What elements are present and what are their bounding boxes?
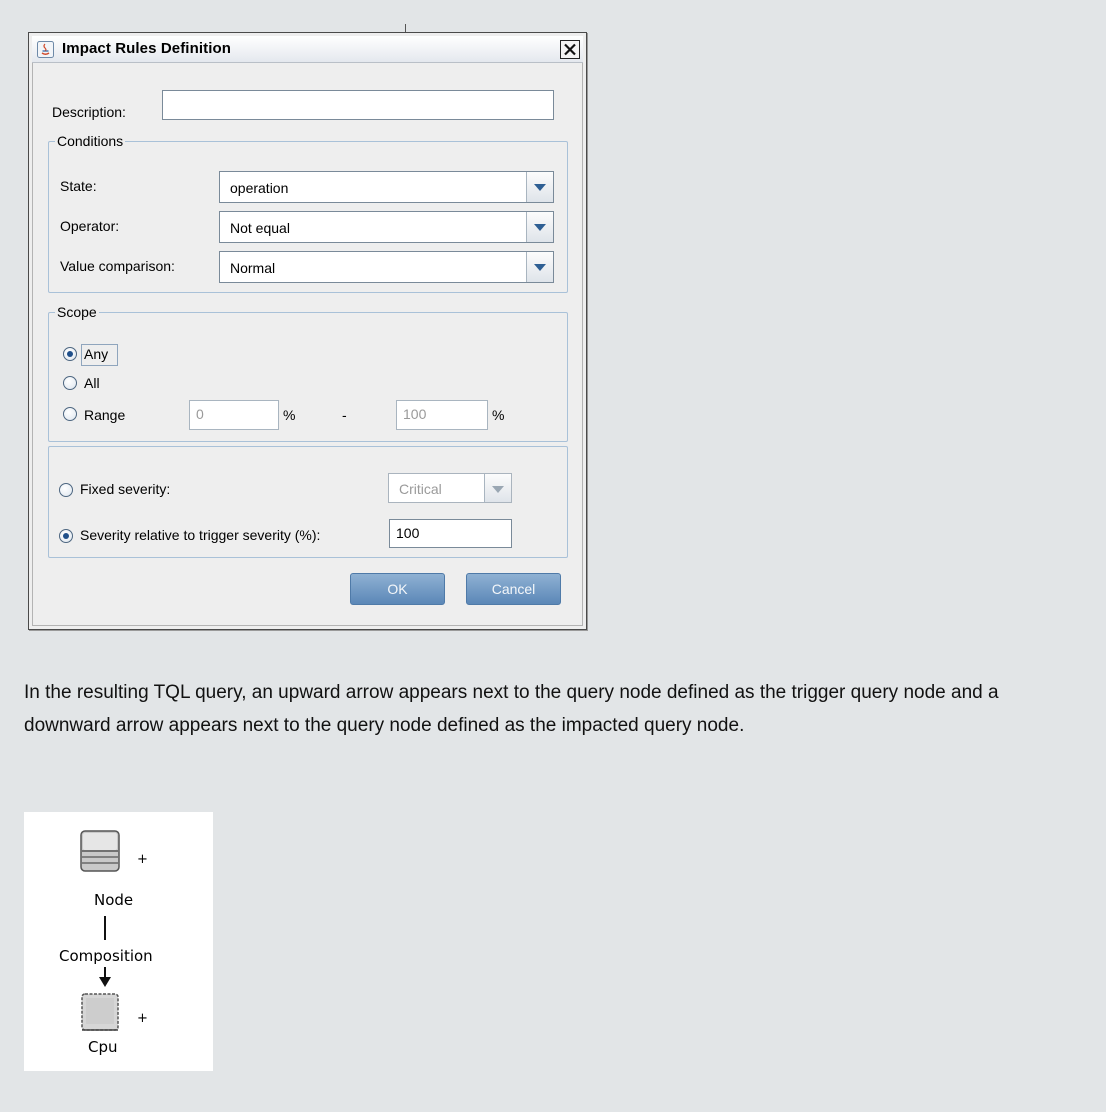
fixed-severity-value: Critical bbox=[399, 481, 442, 497]
state-label: State: bbox=[60, 178, 97, 194]
fixed-severity-select[interactable]: Critical bbox=[388, 473, 512, 503]
scope-all-radio[interactable] bbox=[63, 376, 77, 390]
value-comparison-select[interactable]: Normal bbox=[219, 251, 554, 283]
node-label: Node bbox=[94, 891, 134, 909]
scope-any-label[interactable]: Any bbox=[84, 346, 108, 362]
scope-group: Scope bbox=[48, 304, 568, 442]
impact-marker-icon: + bbox=[137, 1011, 148, 1026]
operator-label: Operator: bbox=[60, 218, 120, 234]
range-from-percent: % bbox=[283, 407, 296, 423]
range-to-percent: % bbox=[492, 407, 505, 423]
tql-query-diagram: + Node Composition + Cpu bbox=[24, 812, 213, 1071]
description-label: Description: bbox=[52, 104, 126, 120]
operator-value: Not equal bbox=[230, 220, 290, 236]
dialog-title: Impact Rules Definition bbox=[62, 40, 231, 57]
node-query-icon[interactable] bbox=[78, 828, 124, 874]
cpu-query-icon[interactable] bbox=[78, 990, 124, 1034]
range-to-input[interactable]: 100 bbox=[396, 400, 488, 430]
relative-severity-label[interactable]: Severity relative to trigger severity (%… bbox=[80, 527, 320, 543]
cpu-label: Cpu bbox=[88, 1038, 118, 1056]
relation-line bbox=[104, 916, 106, 940]
trigger-marker-icon: + bbox=[137, 852, 148, 867]
chevron-down-icon[interactable] bbox=[526, 212, 553, 242]
conditions-legend: Conditions bbox=[57, 133, 124, 149]
dialog-title-bar[interactable]: Impact Rules Definition bbox=[32, 36, 583, 63]
description-input[interactable] bbox=[162, 90, 554, 120]
fixed-severity-label[interactable]: Fixed severity: bbox=[80, 481, 170, 497]
downward-arrow-icon bbox=[99, 977, 111, 987]
scope-range-radio[interactable] bbox=[63, 407, 77, 421]
operator-select[interactable]: Not equal bbox=[219, 211, 554, 243]
fixed-severity-radio[interactable] bbox=[59, 483, 73, 497]
state-select[interactable]: operation bbox=[219, 171, 554, 203]
close-icon bbox=[564, 43, 576, 56]
chevron-down-icon[interactable] bbox=[526, 252, 553, 282]
ok-button[interactable]: OK bbox=[350, 573, 445, 605]
state-value: operation bbox=[230, 180, 289, 196]
cancel-button[interactable]: Cancel bbox=[466, 573, 561, 605]
impact-rules-dialog: Impact Rules Definition Description: Con… bbox=[28, 32, 587, 630]
range-dash: - bbox=[342, 407, 347, 423]
scope-legend: Scope bbox=[57, 304, 97, 320]
relative-severity-radio[interactable] bbox=[59, 529, 73, 543]
scope-all-label[interactable]: All bbox=[84, 375, 100, 391]
java-app-icon bbox=[37, 41, 54, 58]
range-from-input[interactable]: 0 bbox=[189, 400, 279, 430]
value-comparison-value: Normal bbox=[230, 260, 276, 276]
chevron-down-icon[interactable] bbox=[526, 172, 553, 202]
relation-label[interactable]: Composition bbox=[59, 947, 153, 965]
value-comparison-label: Value comparison: bbox=[60, 258, 175, 274]
explanation-paragraph: In the resulting TQL query, an upward ar… bbox=[24, 682, 999, 736]
chevron-down-icon[interactable] bbox=[484, 474, 511, 502]
relative-severity-input[interactable]: 100 bbox=[389, 519, 512, 548]
scope-any-radio[interactable] bbox=[63, 347, 77, 361]
close-button[interactable] bbox=[560, 40, 580, 59]
scope-range-label[interactable]: Range bbox=[84, 407, 125, 423]
